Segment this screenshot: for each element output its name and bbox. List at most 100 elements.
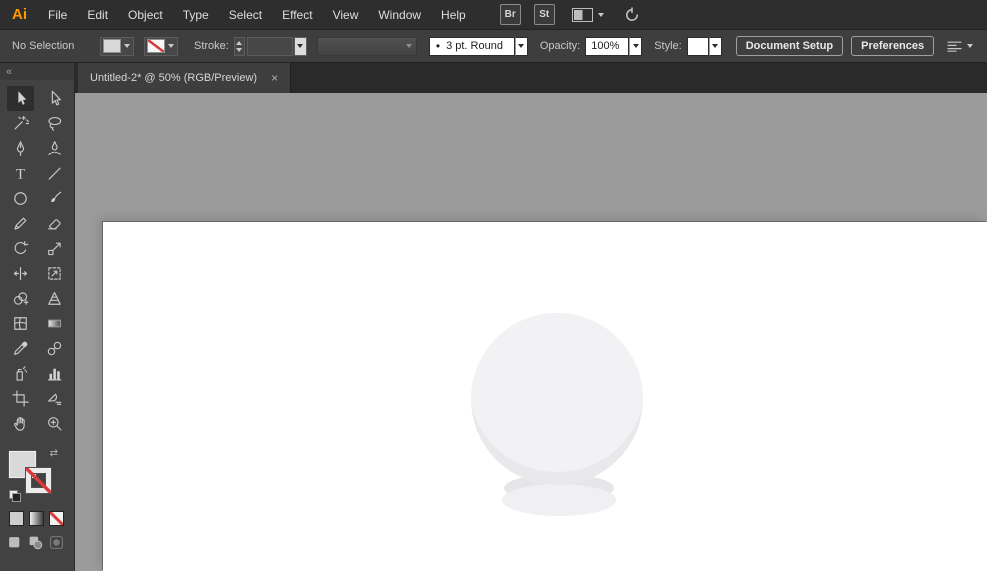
eyedropper-icon — [13, 341, 27, 355]
gradient-tool[interactable] — [41, 311, 68, 336]
type-tool[interactable]: T — [7, 161, 34, 186]
illustrator-window: Ai File Edit Object Type Select Effect V… — [0, 0, 987, 571]
free-transform-tool[interactable] — [41, 261, 68, 286]
stroke-color-picker[interactable] — [144, 36, 178, 56]
menubar-items: File Edit Object Type Select Effect View… — [38, 8, 476, 22]
menu-effect[interactable]: Effect — [272, 8, 322, 22]
eraser-tool[interactable] — [41, 211, 68, 236]
pen-icon — [16, 141, 24, 156]
menu-file[interactable]: File — [38, 8, 77, 22]
blend-tool[interactable] — [41, 336, 68, 361]
menu-select[interactable]: Select — [219, 8, 272, 22]
menu-view[interactable]: View — [323, 8, 369, 22]
opacity-field[interactable]: 100% — [585, 36, 630, 56]
document-setup-button[interactable]: Document Setup — [735, 36, 844, 56]
mesh-tool[interactable] — [7, 311, 34, 336]
draw-normal-button[interactable] — [7, 535, 22, 550]
brush-name: 3 pt. Round — [446, 40, 503, 52]
line-segment-tool[interactable] — [41, 161, 68, 186]
style-swatch[interactable] — [686, 36, 709, 56]
brush-dropdown[interactable] — [514, 36, 528, 56]
crystal-ball-base[interactable] — [502, 484, 616, 516]
tools-panel: « T ⇄ — [0, 63, 75, 571]
color-button[interactable] — [9, 511, 24, 526]
preferences-button[interactable]: Preferences — [851, 36, 935, 56]
fill-stroke-indicator: ⇄ — [9, 449, 61, 502]
stroke-weight-stepper[interactable] — [233, 36, 245, 56]
draw-behind-button[interactable] — [28, 535, 43, 550]
stroke-weight-dropdown[interactable] — [293, 36, 307, 56]
menu-type[interactable]: Type — [173, 8, 219, 22]
style-dropdown[interactable] — [708, 36, 722, 56]
opacity-dropdown[interactable] — [629, 36, 643, 56]
draw-inside-button[interactable] — [49, 535, 64, 550]
pencil-tool[interactable] — [7, 211, 34, 236]
canvas[interactable] — [75, 93, 987, 571]
magic-wand-tool[interactable] — [7, 111, 34, 136]
shape-builder-tool[interactable] — [7, 286, 34, 311]
pen-tool[interactable] — [7, 136, 34, 161]
stroke-weight-field[interactable] — [246, 36, 293, 56]
ellipse-tool[interactable] — [7, 186, 34, 211]
sync-status-control[interactable] — [624, 6, 640, 23]
color-type-buttons — [9, 511, 74, 526]
zoom-tool[interactable] — [41, 411, 68, 436]
menubar: Ai File Edit Object Type Select Effect V… — [0, 0, 987, 30]
workspace-switcher[interactable] — [946, 40, 974, 53]
arrange-documents-control[interactable] — [571, 7, 604, 22]
artboard-tool[interactable] — [7, 386, 34, 411]
width-tool[interactable] — [7, 261, 34, 286]
stroke-color-indicator[interactable] — [26, 468, 51, 493]
selection-tool[interactable] — [6, 86, 34, 111]
slice-icon — [47, 393, 61, 405]
document-tab[interactable]: Untitled-2* @ 50% (RGB/Preview) × — [78, 63, 292, 93]
default-fill-stroke-icon[interactable] — [9, 490, 21, 502]
menu-object[interactable]: Object — [118, 8, 173, 22]
rotate-icon — [14, 241, 28, 254]
lasso-tool[interactable] — [41, 111, 68, 136]
direct-selection-tool[interactable] — [41, 86, 68, 111]
menubar-right-controls: Br St — [499, 4, 640, 25]
gradient-icon — [47, 319, 61, 328]
paintbrush-tool[interactable] — [41, 186, 68, 211]
column-graph-icon — [47, 368, 61, 381]
artboard[interactable] — [103, 222, 987, 571]
none-button[interactable] — [49, 511, 64, 526]
paintbrush-icon — [50, 191, 61, 202]
draw-normal-icon — [9, 537, 20, 548]
eyedropper-tool[interactable] — [7, 336, 34, 361]
perspective-grid-tool[interactable] — [41, 286, 68, 311]
chevron-down-icon — [405, 44, 412, 48]
menu-help[interactable]: Help — [431, 8, 476, 22]
symbol-sprayer-tool[interactable] — [7, 361, 34, 386]
stock-button[interactable]: St — [533, 4, 555, 25]
brush-definition-combo[interactable]: • 3 pt. Round — [428, 36, 515, 56]
chevron-down-icon — [297, 44, 304, 48]
opacity-label[interactable]: Opacity: — [540, 40, 580, 52]
slice-tool[interactable] — [41, 386, 68, 411]
arrange-documents-icon — [571, 7, 593, 22]
style-label[interactable]: Style: — [654, 40, 682, 52]
collapse-panel-button[interactable]: « — [0, 63, 74, 80]
gradient-button[interactable] — [29, 511, 44, 526]
hand-tool[interactable] — [7, 411, 34, 436]
app-logo: Ai — [12, 6, 27, 23]
stroke-none-swatch — [148, 40, 164, 52]
rotate-tool[interactable] — [7, 236, 34, 261]
scale-tool[interactable] — [41, 236, 68, 261]
type-icon: T — [16, 166, 25, 182]
tools-grid: T — [0, 86, 74, 436]
brush-preview-dot: • — [435, 39, 441, 53]
crystal-ball-sphere[interactable] — [471, 313, 643, 485]
curvature-tool[interactable] — [41, 136, 68, 161]
close-icon[interactable]: × — [271, 72, 278, 84]
column-graph-tool[interactable] — [41, 361, 68, 386]
swap-fill-stroke-icon[interactable]: ⇄ — [50, 449, 58, 459]
width-profile-dropdown[interactable] — [316, 36, 417, 56]
bridge-button[interactable]: Br — [499, 4, 521, 25]
menu-edit[interactable]: Edit — [77, 8, 118, 22]
fill-color-picker[interactable] — [100, 36, 134, 56]
stroke-label[interactable]: Stroke: — [194, 40, 229, 52]
menu-window[interactable]: Window — [368, 8, 431, 22]
draw-inside-icon — [50, 536, 63, 549]
